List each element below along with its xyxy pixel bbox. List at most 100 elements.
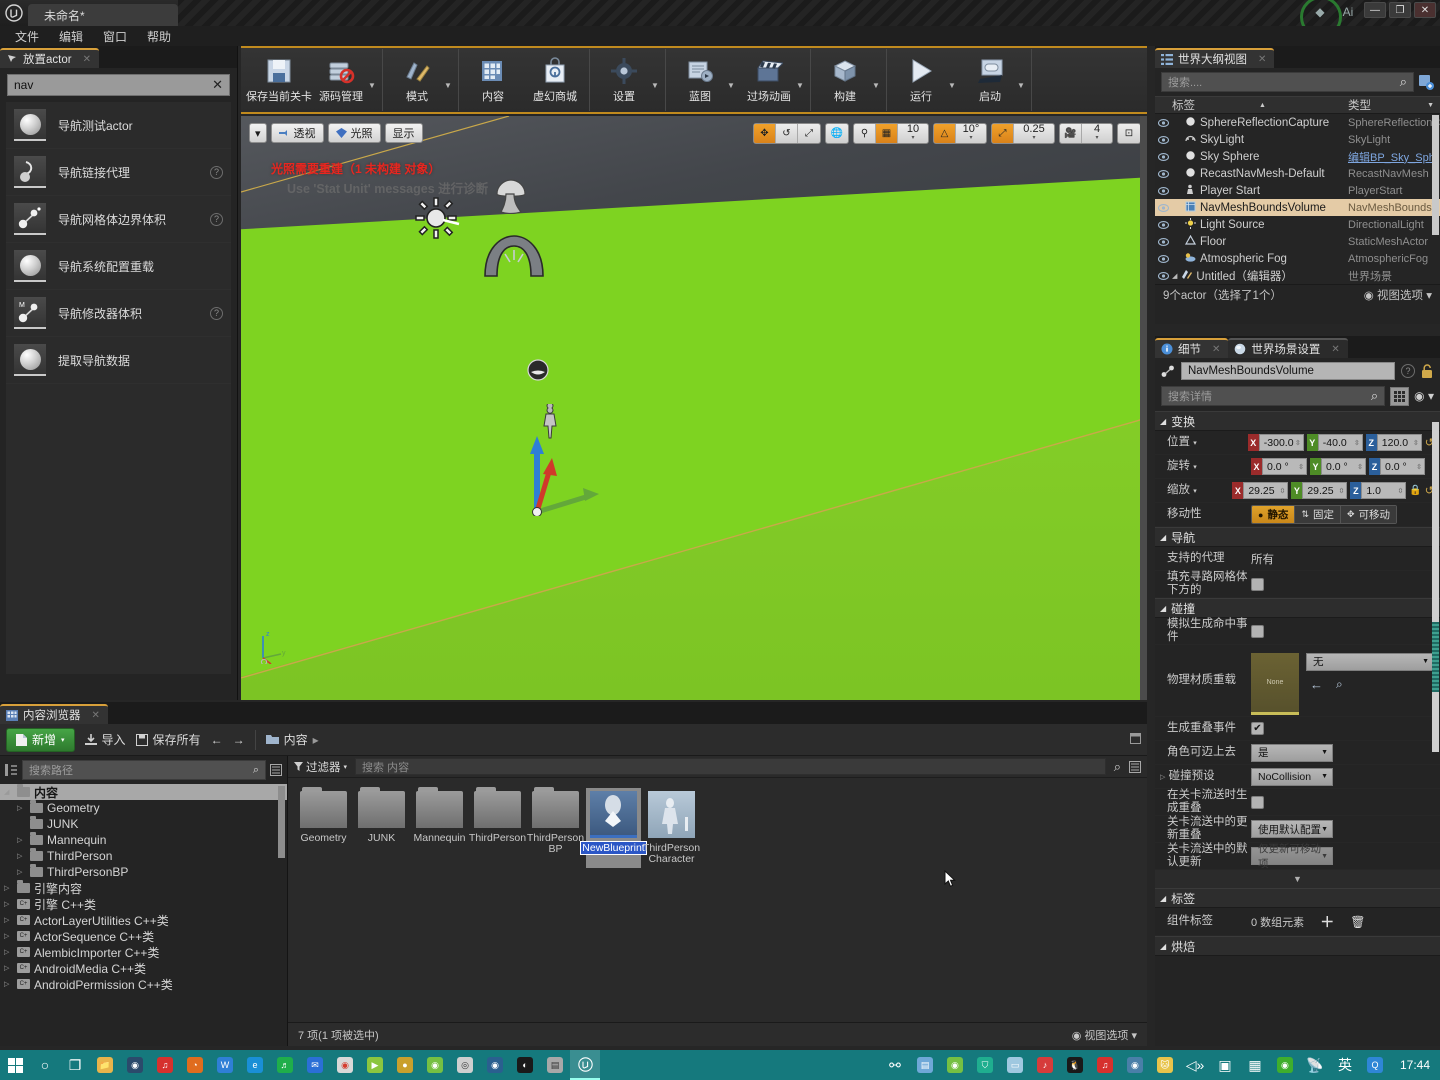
tab-close-icon[interactable]: ✕	[1258, 54, 1266, 65]
details-scroll-thumb[interactable]	[1432, 622, 1439, 692]
place-actor-item-3[interactable]: 导航系统配置重载	[6, 243, 231, 290]
expand-icon[interactable]: ▷	[4, 964, 13, 972]
satellite-icon[interactable]: 📡	[1300, 1050, 1330, 1080]
viewport-menu-button[interactable]: ▾	[249, 123, 267, 143]
content-tree-item[interactable]: ▷ C+ AndroidMedia C++类	[0, 960, 287, 976]
details-scrollbar[interactable]	[1432, 422, 1439, 752]
scale-x[interactable]: X 29.25 ⇳	[1232, 482, 1289, 499]
edge-icon[interactable]: e	[240, 1050, 270, 1080]
monitor-icon[interactable]: ▭	[1000, 1050, 1030, 1080]
penguin-icon[interactable]: 🐧	[1060, 1050, 1090, 1080]
asset-item[interactable]: ThirdPerson BP	[527, 787, 584, 868]
close-button[interactable]: ✕	[1414, 2, 1436, 18]
explorer-icon[interactable]: 📁	[90, 1050, 120, 1080]
pdf-icon[interactable]: ▤	[540, 1050, 570, 1080]
help-icon[interactable]: ?	[210, 306, 223, 320]
opera-icon[interactable]: ◐	[510, 1050, 540, 1080]
asset-item[interactable]: ThirdPerson Character	[643, 788, 700, 868]
qq-icon[interactable]: Q	[1360, 1050, 1390, 1080]
start-icon[interactable]	[0, 1050, 30, 1080]
content-tree-item[interactable]: ▷ C+ ActorSequence C++类	[0, 928, 287, 944]
printer-icon[interactable]: ▤	[910, 1050, 940, 1080]
row-supported-agents-value[interactable]: 所有	[1251, 551, 1440, 567]
scale-snap-value[interactable]: 0.25 ▾	[1014, 124, 1054, 143]
phys-material-dropdown[interactable]: 无 ▼	[1306, 652, 1434, 671]
expand-icon[interactable]: ▷	[4, 900, 13, 908]
outliner-row[interactable]: Sky Sphere 编辑BP_Sky_Sph	[1155, 148, 1440, 165]
outliner-row[interactable]: SkyLight SkyLight	[1155, 131, 1440, 148]
tab-close-icon[interactable]: ✕	[92, 710, 100, 721]
menu-item-0[interactable]: 文件	[6, 26, 48, 47]
expand-icon[interactable]: ▷	[4, 916, 13, 924]
keyboard-icon[interactable]: ▦	[1240, 1050, 1270, 1080]
asset-search-magnifier-icon[interactable]: ⌕	[1114, 759, 1121, 775]
selected-object-name[interactable]: NavMeshBoundsVolume	[1181, 362, 1395, 380]
outliner-rows[interactable]: SphereReflectionCapture SphereReflectionC…	[1155, 114, 1440, 284]
volume-icon[interactable]: ◁»	[1180, 1050, 1210, 1080]
help-icon[interactable]: ?	[210, 165, 223, 179]
outliner-col-type[interactable]: 类型 ▼	[1348, 97, 1440, 113]
expand-icon[interactable]: ◢	[1172, 272, 1177, 280]
content-tree-item[interactable]: JUNK	[0, 816, 287, 832]
tab-close-icon[interactable]: ✕	[1212, 344, 1220, 355]
scale-y[interactable]: Y 29.25 ⇳	[1291, 482, 1348, 499]
outliner-row[interactable]: Floor StaticMeshActor	[1155, 233, 1440, 250]
expand-icon[interactable]: ▷	[17, 804, 26, 812]
netease-icon[interactable]: ♫	[150, 1050, 180, 1080]
ai-tray-icon[interactable]: Ai	[1336, 1, 1360, 23]
content-tree-item[interactable]: ▷ ThirdPerson	[0, 848, 287, 864]
tab-close-icon[interactable]: ✕	[1331, 344, 1339, 355]
default-update-streaming-dropdown[interactable]: 仅更新可移动项 ▼	[1251, 843, 1333, 870]
mushroom-prop[interactable]	[491, 176, 531, 214]
eye-icon[interactable]	[1155, 135, 1172, 144]
netease-tray-icon[interactable]: ♫	[1090, 1050, 1120, 1080]
rotation-y[interactable]: Y 0.0 ° ⇳	[1310, 458, 1366, 475]
expand-icon[interactable]: ▷	[4, 948, 13, 956]
tree-scrollbar[interactable]	[278, 786, 285, 858]
outliner-col-label[interactable]: 标签 ▲	[1172, 97, 1348, 113]
section-bake[interactable]: ◢ 烘焙	[1155, 936, 1440, 956]
eye-icon[interactable]	[1155, 220, 1172, 229]
camera-speed-icon[interactable]: 🎥	[1060, 124, 1082, 143]
foxmail-icon[interactable]: ✉	[300, 1050, 330, 1080]
level-tab[interactable]: 未命名*	[28, 4, 178, 26]
transform-tool-group[interactable]: ✥ ↺ ⤢	[753, 123, 821, 144]
android-icon[interactable]: ◉	[420, 1050, 450, 1080]
generate-overlap-checkbox[interactable]: ✔	[1251, 722, 1264, 735]
rotate-tool-icon[interactable]: ↺	[776, 124, 798, 143]
content-tree-item[interactable]: ▷ C+ AndroidPermission C++类	[0, 976, 287, 992]
content-tree-item[interactable]: ▷ C+ AlembicImporter C++类	[0, 944, 287, 960]
cb-dock-icon[interactable]	[1130, 732, 1141, 747]
chevron-down-icon[interactable]: ▼	[444, 81, 455, 90]
content-folder-tree[interactable]: ◢ 内容 ▷ Geometry JUNK ▷ Mannequin ▷ ThirdPerson ▷ T…	[0, 784, 287, 1042]
content-tree-item[interactable]: ▷ ThirdPersonBP	[0, 864, 287, 880]
help-icon[interactable]: ?	[1401, 364, 1415, 378]
forward-button[interactable]: →	[233, 733, 245, 747]
chevron-down-icon[interactable]: ▼	[948, 81, 959, 90]
asset-grid[interactable]: Geometry JUNK Mannequin ThirdPerson ThirdPer…	[288, 778, 1147, 868]
rotation-z[interactable]: Z 0.0 ° ⇳	[1369, 458, 1425, 475]
overlap-level-streaming-checkbox[interactable]	[1251, 795, 1264, 809]
eye-icon[interactable]	[1155, 271, 1172, 280]
trash-icon[interactable]: 🗑	[1350, 915, 1365, 929]
camera-speed-value[interactable]: 4 ▾	[1082, 124, 1112, 143]
asset-item[interactable]: Mannequin	[412, 787, 467, 868]
content-tree-item[interactable]: ▷ Mannequin	[0, 832, 287, 848]
mobility-group[interactable]: ● 静态 ⇅ 固定 ✥ 可移动	[1251, 505, 1398, 524]
asset-item[interactable]: JUNK	[354, 787, 409, 868]
network-share-icon[interactable]: ⚯	[880, 1050, 910, 1080]
save-all-button[interactable]: 保存所有	[135, 731, 201, 748]
magnifier-icon[interactable]: ⌕	[253, 764, 259, 777]
transform-gizmo[interactable]	[519, 432, 609, 516]
mobility-toggle-group[interactable]: ● 静态 ⇅ 固定 ✥ 可移动	[1251, 505, 1440, 524]
place-actor-item-4[interactable]: M 导航修改器体积?	[6, 290, 231, 337]
expand-icon[interactable]: ◢	[4, 788, 13, 796]
coordinate-system-group[interactable]: 🌐	[825, 123, 849, 144]
world-coord-icon[interactable]: 🌐	[826, 124, 848, 143]
place-actors-list[interactable]: 导航测试actor 导航链接代理? 导航网格体边界体积? 导航系统配置重载 M 导航修改器…	[6, 102, 231, 674]
tab-world-outliner[interactable]: 世界大纲视图 ✕	[1155, 48, 1275, 68]
expand-icon[interactable]: ▷	[17, 836, 26, 844]
task-view-icon[interactable]: ❐	[60, 1050, 90, 1080]
magnifier-icon[interactable]: ⌕	[1371, 388, 1378, 404]
breadcrumb[interactable]: 内容 ▸	[265, 731, 319, 748]
